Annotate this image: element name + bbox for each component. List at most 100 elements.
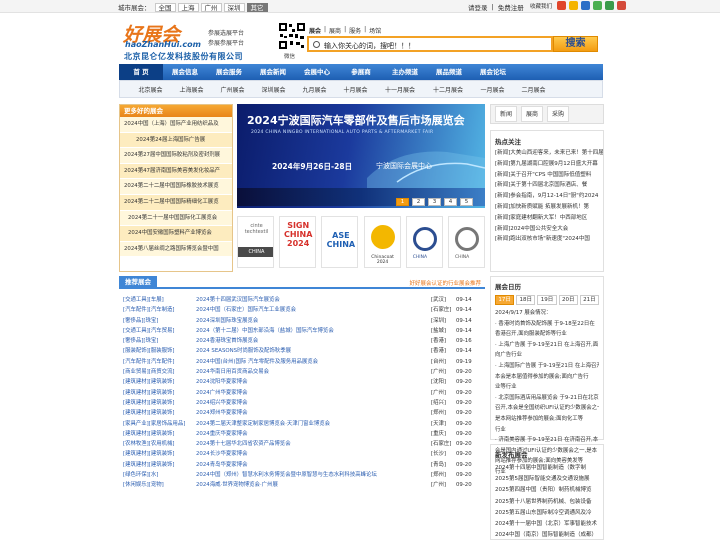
table-row[interactable]: [建筑建材][建筑装饰] 2024重庆华夏家博会 [重庆] 09-20 — [119, 429, 485, 439]
renren-icon[interactable] — [581, 1, 591, 10]
row-title[interactable]: 2024青岛华夏家博会 — [196, 460, 247, 470]
table-row[interactable]: [建筑建材][建筑装饰] 2024绍兴华夏家博会 [绍兴] 09-20 — [119, 398, 485, 408]
row-category[interactable]: [奢侈品][珠宝] — [123, 316, 158, 326]
list-item[interactable]: 2024中国（南京）国际智能制造（成都） — [491, 530, 603, 541]
row-title[interactable]: 2024绍兴华夏家博会 — [196, 398, 247, 408]
nav-expo-info[interactable]: 展会信息 — [163, 64, 207, 80]
row-title[interactable]: 2024第十七届华北四省农资产品博览会 — [196, 439, 291, 449]
city-other[interactable]: 其它 — [246, 2, 268, 12]
table-row[interactable]: [汽车配件][汽车配件] 2024中国(台州)国际 汽车零配件及服务用品展览会 [台… — [119, 357, 485, 367]
banner-dot[interactable]: 4 — [444, 198, 457, 206]
wechat-icon[interactable] — [593, 1, 603, 10]
row-title[interactable]: 2024郑州华夏家博会 — [196, 408, 247, 418]
table-row[interactable]: [农林牧渔][农用机械] 2024第十七届华北四省农资产品博览会 [石家庄] 09-2… — [119, 439, 485, 449]
table-row[interactable]: [建筑建材][建筑装饰] 2024沈阳华夏家博会 [沈阳] 09-20 — [119, 377, 485, 387]
list-item[interactable]: 2024第二十一届中国国际化工展览会 — [120, 210, 232, 227]
recommended-more-link[interactable]: 好好展会认证的行业展会推荐 — [409, 279, 481, 287]
row-title[interactable]: 2024华南日用百货商品交易会 — [196, 367, 269, 377]
logo-techtextil[interactable]: cinte techtextil CHINA — [237, 216, 274, 268]
list-item[interactable]: 2024第十四届中国智能制造（数字制 — [491, 463, 603, 474]
table-row[interactable]: [奢侈品][珠宝] 2024深圳国际珠宝展览会 [深圳] 09-14 — [119, 316, 485, 326]
row-category[interactable]: [建筑建材][建筑装饰] — [123, 429, 175, 439]
row-title[interactable]: 2024（第十二届）中国东部沿海（盐城）国际汽车博览会 — [196, 326, 334, 336]
login-link[interactable]: 请登录 — [468, 2, 488, 12]
search-button[interactable]: 搜索 — [553, 36, 598, 52]
register-link[interactable]: 免费注册 — [498, 2, 524, 12]
row-title[interactable]: 2024沈阳华夏家博会 — [196, 377, 247, 387]
list-item[interactable]: [新闻]参会指南，9月12-14日"厨"约2024 — [491, 191, 603, 202]
list-item[interactable]: 2024第二十二届中国国际精细化工展览 — [120, 194, 232, 211]
table-row[interactable]: [建筑建材][建筑装饰] 2024广州华夏家博会 [广州] 09-20 — [119, 388, 485, 398]
table-row[interactable]: [商业贸易][商贸交流] 2024华南日用百货商品交易会 [广州] 09-20 — [119, 367, 485, 377]
table-row[interactable]: [建筑建材][建筑装饰] 2024郑州华夏家博会 [郑州] 09-20 — [119, 408, 485, 418]
list-item[interactable]: [新闻]跑出双核市场"新速度"2024中国 — [491, 234, 603, 245]
row-category[interactable]: [农林牧渔][农用机械] — [123, 439, 175, 449]
row-category[interactable]: [建筑建材][建筑装饰] — [123, 388, 175, 398]
calendar-day[interactable]: 20日 — [558, 295, 578, 305]
row-title[interactable]: 2024第二届天津整家定制家居博览会·天津门窗业博览会 — [196, 419, 330, 429]
list-item[interactable]: 2025第四届中国（贵阳）制药机械博览 — [491, 485, 603, 496]
nav-home[interactable]: 首 页 — [119, 64, 163, 80]
table-row[interactable]: [休闲娱乐][宠物] 2024海威·世界宠物博览会·广州展 [广州] 09-20 — [119, 480, 485, 490]
row-category[interactable]: [交通工具][车展] — [123, 295, 164, 305]
row-category[interactable]: [绿色环保][水] — [123, 470, 158, 480]
row-title[interactable]: 2024 SEASONS时尚服饰及配饰秋季展 — [196, 346, 291, 356]
nav-expo-news[interactable]: 展会新闻 — [251, 64, 295, 80]
calendar-day[interactable]: 21日 — [579, 295, 600, 305]
banner-dot[interactable]: 5 — [460, 198, 473, 206]
table-row[interactable]: [交通工具][汽车贸易] 2024（第十二届）中国东部沿海（盐城）国际汽车博览会 [… — [119, 326, 485, 336]
list-item[interactable]: 2024第十一届中国（北京）军事智能技术 — [491, 519, 603, 530]
list-item[interactable]: 2024第二十二届中国国际橡胶技术展览 — [120, 179, 232, 195]
banner-dot[interactable]: 2 — [412, 198, 425, 206]
logo-ase-china[interactable]: ASE CHINA — [321, 216, 359, 268]
subnav-item[interactable]: 十一月展会 — [376, 85, 424, 94]
city-shanghai[interactable]: 上海 — [177, 2, 199, 12]
list-item[interactable]: [新闻]2024中国公共安全大会 — [491, 224, 603, 235]
table-row[interactable]: [奢侈品][珠宝] 2024香港珠宝首饰展览会 [香港] 09-16 — [119, 336, 485, 346]
row-category[interactable]: [家具产业][家居饰品用品] — [123, 419, 185, 429]
banner-dot[interactable]: 3 — [428, 198, 441, 206]
row-title[interactable]: 2024中国（郑州）智慧水利水务博览会暨中原智慧与生态水利科技高峰论坛 — [196, 470, 377, 480]
list-item[interactable]: 2024中国（上海）国际产业用纺织品及 — [120, 117, 232, 133]
nav-forum[interactable]: 展会论坛 — [471, 64, 515, 80]
subnav-item[interactable]: 二月展会 — [513, 85, 554, 94]
logo-expo-5[interactable]: CHINA — [405, 216, 443, 268]
calendar-day[interactable]: 18日 — [516, 295, 536, 305]
search-input[interactable]: 输入你关心的词，搜吧！！！ — [307, 36, 553, 52]
row-category[interactable]: [建筑建材][建筑装饰] — [123, 377, 175, 387]
row-category[interactable]: [奢侈品][珠宝] — [123, 336, 158, 346]
douban-icon[interactable] — [605, 1, 615, 10]
nav-organizer[interactable]: 主办频道 — [383, 64, 427, 80]
tab-exhibitor[interactable]: 展商 — [521, 106, 544, 122]
row-category[interactable]: [建筑建材][建筑装饰] — [123, 408, 175, 418]
weibo-icon[interactable] — [557, 1, 567, 10]
list-item[interactable]: 2025第五届山东国际制冷空调通风及冷 — [491, 508, 603, 519]
row-category[interactable]: [服装配饰][服装服饰] — [123, 346, 175, 356]
search-tab-expo[interactable]: 展会 — [309, 26, 321, 35]
row-title[interactable]: 2024第十四届武汉国际汽车展览会 — [196, 295, 280, 305]
subnav-item[interactable]: 九月展会 — [294, 85, 335, 94]
list-item[interactable]: [新闻]关于召开"CPS 中国国际低值塑料 — [491, 170, 603, 181]
table-row[interactable]: [汽车配件][汽车制造] 2024中国（石家庄）国际汽车工业展览会 [石家庄] 09-… — [119, 305, 485, 315]
city-shenzhen[interactable]: 深圳 — [223, 2, 245, 12]
search-tab-venue[interactable]: 场馆 — [369, 26, 381, 35]
table-row[interactable]: [交通工具][车展] 2024第十四届武汉国际汽车展览会 [武汉] 09-14 — [119, 295, 485, 305]
subnav-item[interactable]: 十月展会 — [335, 85, 376, 94]
row-category[interactable]: [交通工具][汽车贸易] — [123, 326, 175, 336]
subnav-item[interactable]: 广州展会 — [212, 85, 253, 94]
subnav-item[interactable]: 一月展会 — [472, 85, 513, 94]
table-row[interactable]: [绿色环保][水] 2024中国（郑州）智慧水利水务博览会暨中原智慧与生态水利科技… — [119, 470, 485, 480]
logo-expo-6[interactable]: CHINA — [447, 216, 485, 268]
calendar-day[interactable]: 19日 — [537, 295, 557, 305]
calendar-day[interactable]: 17日 — [495, 295, 515, 305]
subnav-item[interactable]: 十二月展会 — [424, 85, 472, 94]
nav-exhibitor[interactable]: 参展商 — [339, 64, 383, 80]
row-title[interactable]: 2024海威·世界宠物博览会·广州展 — [196, 480, 278, 490]
site-logo[interactable]: 好展会 haoZhanHui.com 参展选展平台 参展参展平台 北京昆仑亿发科… — [120, 18, 280, 64]
row-title[interactable]: 2024长沙华夏家博会 — [196, 449, 247, 459]
banner-dot[interactable]: 1 — [396, 198, 409, 206]
list-item[interactable]: 2024中国安徽国际塑料产业博览会 — [120, 226, 232, 242]
row-title[interactable]: 2024广州华夏家博会 — [196, 388, 247, 398]
list-item[interactable]: [新闻]关于第十四届北京国际酒店、餐 — [491, 180, 603, 191]
list-item[interactable]: 2024第24届上海国际广告展 — [120, 132, 232, 149]
